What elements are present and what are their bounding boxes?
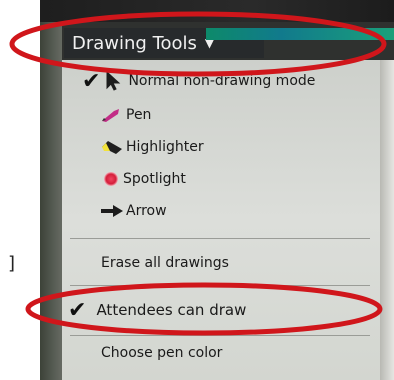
menu-separator (70, 285, 370, 286)
background-green-strip (206, 28, 394, 40)
menu-item-arrow[interactable]: Arrow (100, 200, 167, 222)
menu-item-label: Attendees can draw (96, 301, 247, 319)
menu-item-highlighter[interactable]: Highlighter (100, 136, 204, 158)
spotlight-icon (104, 172, 118, 186)
menu-item-label: Arrow (126, 203, 167, 219)
menu-item-attendees-can-draw[interactable]: ✔ Attendees can draw (68, 296, 246, 324)
menu-separator (70, 335, 370, 336)
partial-background-glyph: ] (8, 253, 16, 274)
checkmark-icon: ✔ (68, 297, 87, 323)
menu-separator (70, 238, 370, 239)
menu-item-erase-all[interactable]: Erase all drawings (101, 252, 229, 274)
drawing-tools-label: Drawing Tools (72, 32, 197, 54)
menu-item-label: Pen (126, 107, 152, 123)
menu-left-edge (40, 22, 62, 380)
menu-item-normal-mode[interactable]: ✔ Normal non-drawing mode (82, 68, 315, 94)
cursor-arrow-icon (106, 71, 121, 91)
menu-item-label: Choose pen color (101, 345, 223, 361)
menu-item-label: Erase all drawings (101, 255, 229, 271)
menu-item-spotlight[interactable]: Spotlight (103, 168, 186, 190)
menu-item-label: Normal non-drawing mode (128, 73, 316, 89)
menu-item-label: Highlighter (126, 139, 204, 155)
checkmark-icon: ✔ (82, 68, 101, 94)
arrow-icon (101, 205, 123, 217)
menu-item-choose-pen-color[interactable]: Choose pen color (101, 342, 222, 364)
pen-icon (102, 109, 119, 122)
menu-item-pen[interactable]: Pen (100, 104, 151, 126)
menu-right-shadow (380, 60, 394, 380)
background-dark-top (40, 0, 394, 22)
highlighter-icon (102, 141, 122, 154)
menu-item-label: Spotlight (123, 171, 186, 187)
